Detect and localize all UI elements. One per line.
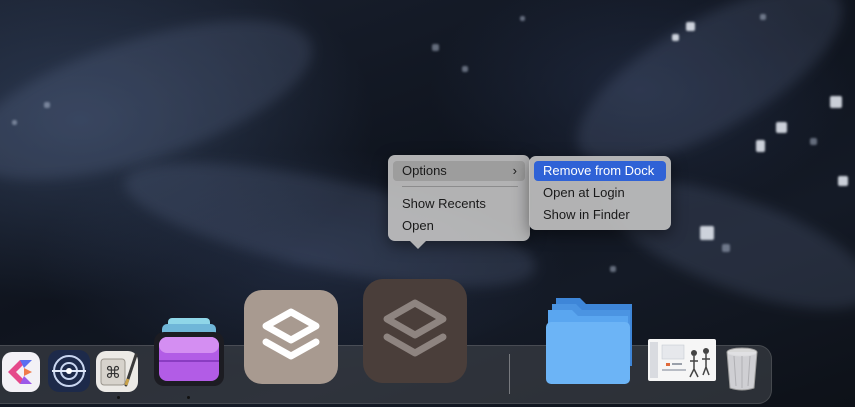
shortcuts-glyph bbox=[383, 299, 447, 357]
purple-stack-glyph bbox=[154, 318, 224, 386]
wallpaper-sparkle bbox=[722, 244, 730, 252]
shortcuts-app-icon[interactable] bbox=[244, 290, 338, 384]
wallpaper-sparkle bbox=[462, 66, 468, 72]
menu-item-label: Open at Login bbox=[543, 185, 625, 200]
wallpaper-sparkle bbox=[520, 16, 525, 21]
menu-item-options[interactable]: Options › bbox=[393, 161, 525, 181]
menu-item-open[interactable]: Open bbox=[393, 216, 525, 236]
trash-glyph bbox=[726, 347, 758, 391]
shortcuts-glyph bbox=[262, 308, 320, 360]
craft-app-icon[interactable] bbox=[2, 352, 40, 392]
dock-context-menu: Options › Show Recents Open bbox=[388, 155, 530, 249]
running-indicator bbox=[117, 396, 120, 399]
menu-item-label: Options bbox=[402, 163, 447, 178]
menu-item-label: Remove from Dock bbox=[543, 163, 655, 178]
document-glyph bbox=[650, 342, 710, 378]
menu-item-show-recents[interactable]: Show Recents bbox=[393, 194, 525, 214]
shortcuts-app-icon-dragging[interactable] bbox=[363, 279, 467, 383]
wallpaper-sparkle bbox=[776, 122, 787, 133]
wallpaper-sparkle bbox=[838, 176, 848, 186]
folder-glyph bbox=[546, 298, 632, 384]
chevron-right-icon: › bbox=[512, 163, 517, 178]
document-thumbnail-icon[interactable] bbox=[648, 339, 716, 381]
wallpaper-sparkle bbox=[700, 226, 714, 240]
network-radar-icon[interactable] bbox=[48, 350, 90, 392]
menu-item-label: Show in Finder bbox=[543, 207, 630, 222]
wallpaper-sparkle bbox=[686, 22, 695, 31]
dock-divider bbox=[509, 354, 510, 394]
running-indicator bbox=[187, 396, 190, 399]
menu-item-remove-from-dock[interactable]: Remove from Dock bbox=[534, 161, 666, 181]
wallpaper-sparkle bbox=[672, 34, 679, 41]
menu-item-label: Open bbox=[402, 218, 434, 233]
radar-glyph bbox=[52, 355, 86, 387]
desktop: Options › Show Recents Open Remove from … bbox=[0, 0, 855, 407]
options-submenu: Remove from Dock Open at Login Show in F… bbox=[529, 156, 671, 230]
purple-stack-app-icon[interactable] bbox=[152, 316, 226, 388]
folder-stack-icon[interactable] bbox=[544, 296, 638, 386]
wallpaper-sparkle bbox=[44, 102, 50, 108]
menu-item-show-in-finder[interactable]: Show in Finder bbox=[534, 205, 666, 225]
menu-separator bbox=[402, 186, 518, 187]
wallpaper-sparkle bbox=[756, 140, 765, 152]
trash-icon[interactable] bbox=[722, 344, 762, 392]
command-key-glyph: ⌘ bbox=[100, 353, 138, 387]
wallpaper-sparkle bbox=[12, 120, 17, 125]
keyboard-shortcuts-icon[interactable]: ⌘ bbox=[96, 351, 138, 392]
craft-app-glyph bbox=[8, 360, 32, 384]
menu-item-label: Show Recents bbox=[402, 196, 486, 211]
wallpaper-sparkle bbox=[610, 266, 616, 272]
wallpaper-sparkle bbox=[810, 138, 817, 145]
menu-item-open-at-login[interactable]: Open at Login bbox=[534, 183, 666, 203]
wallpaper-sparkle bbox=[830, 96, 842, 108]
wallpaper-sparkle bbox=[432, 44, 439, 51]
wallpaper-sparkle bbox=[760, 14, 766, 20]
svg-text:⌘: ⌘ bbox=[105, 363, 121, 382]
